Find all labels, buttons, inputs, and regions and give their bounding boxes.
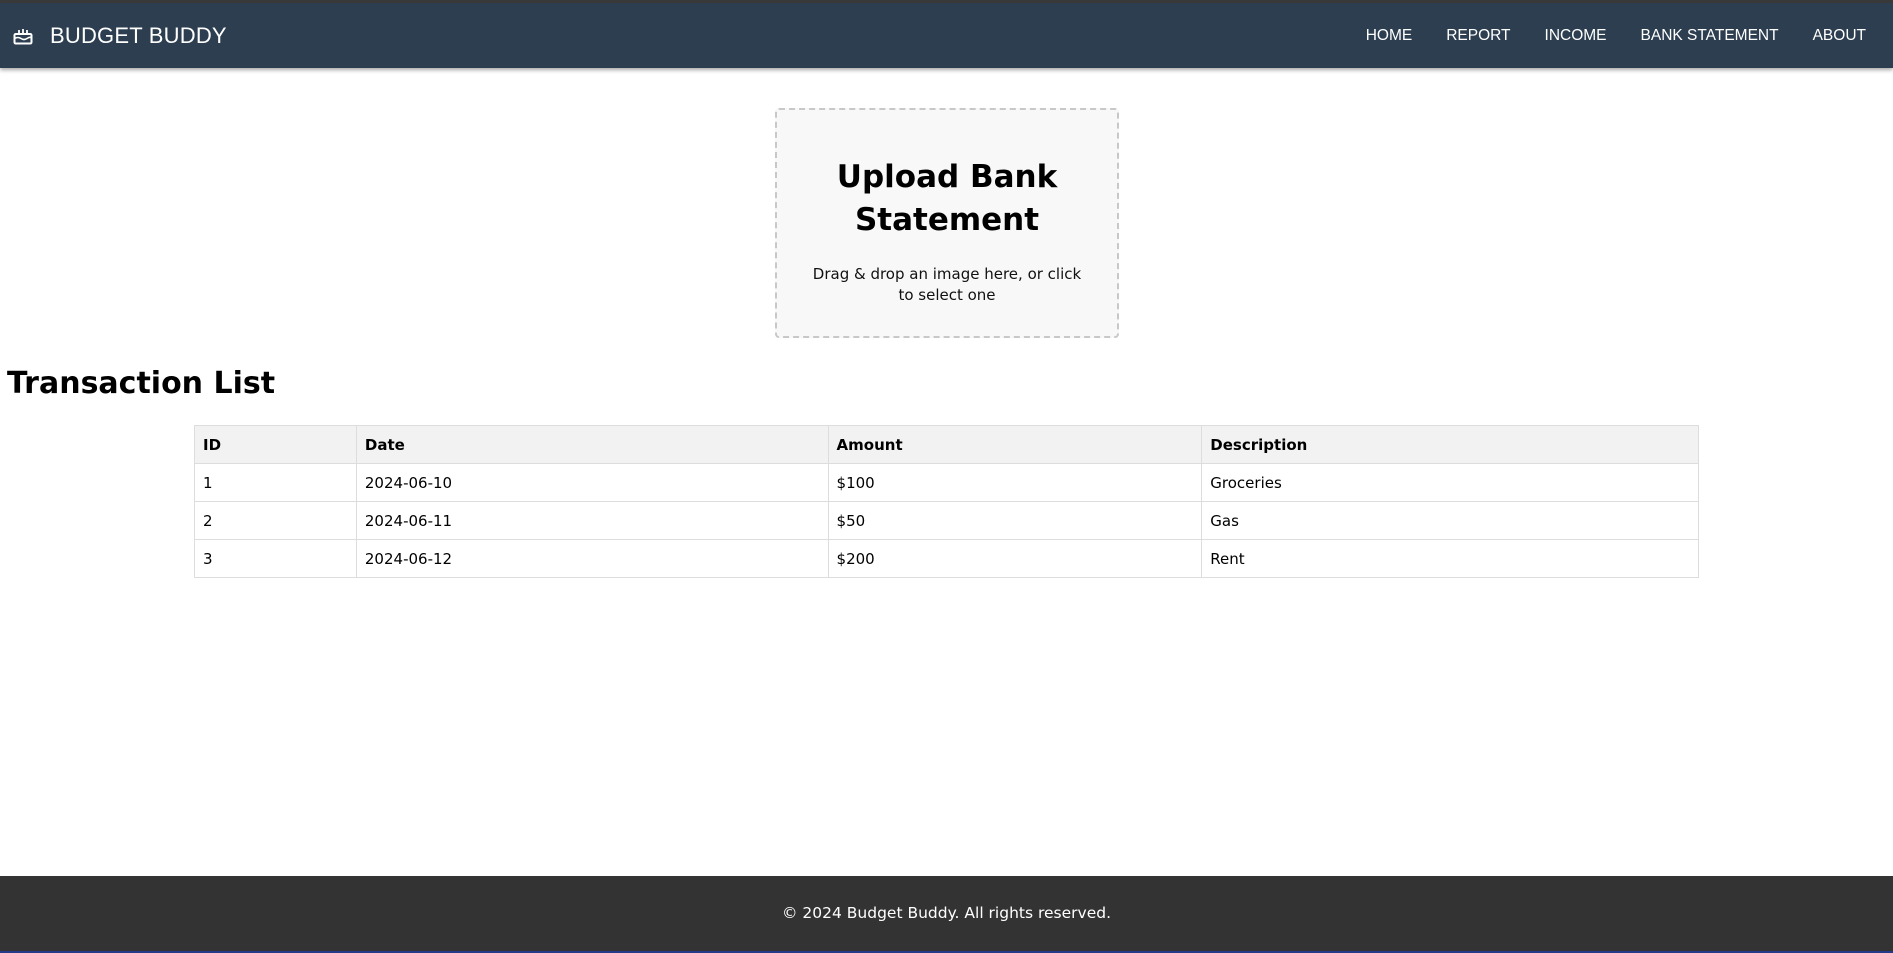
cell-id: 1 xyxy=(194,463,357,502)
app-title: BUDGET BUDDY xyxy=(50,22,227,48)
nav-income[interactable]: INCOME xyxy=(1545,27,1607,45)
cell-id: 2 xyxy=(194,501,357,540)
cell-description: Rent xyxy=(1201,539,1699,578)
upload-dropzone[interactable]: Upload Bank Statement Drag & drop an ima… xyxy=(775,108,1119,338)
nav-bank-statement[interactable]: BANK STATEMENT xyxy=(1641,27,1779,45)
transaction-list-title: Transaction List xyxy=(7,366,276,401)
cell-amount: $100 xyxy=(827,463,1203,502)
navbar: BUDGET BUDDY HOME REPORT INCOME BANK STA… xyxy=(0,3,1893,68)
cell-amount: $200 xyxy=(827,539,1203,578)
table-row: 1 2024-06-10 $100 Groceries xyxy=(194,463,1699,502)
column-header-amount: Amount xyxy=(827,425,1203,464)
table-row: 2 2024-06-11 $50 Gas xyxy=(194,501,1699,540)
upload-hint: Drag & drop an image here, or click to s… xyxy=(812,265,1082,304)
nav-home[interactable]: HOME xyxy=(1366,27,1413,45)
transaction-table: ID Date Amount Description 1 2024-06-10 … xyxy=(194,425,1699,578)
column-header-id: ID xyxy=(194,425,357,464)
column-header-description: Description xyxy=(1201,425,1699,464)
footer-copyright: © 2024 Budget Buddy. All rights reserved… xyxy=(781,904,1112,922)
cell-id: 3 xyxy=(194,539,357,578)
table-row: 3 2024-06-12 $200 Rent xyxy=(194,539,1699,578)
cell-description: Groceries xyxy=(1201,463,1699,502)
cell-date: 2024-06-11 xyxy=(355,501,829,540)
cell-amount: $50 xyxy=(827,501,1203,540)
nav-links: HOME REPORT INCOME BANK STATEMENT ABOUT xyxy=(1332,27,1866,45)
column-header-date: Date xyxy=(355,425,829,464)
cake-icon xyxy=(12,25,34,47)
cell-date: 2024-06-12 xyxy=(355,539,829,578)
upload-title: Upload Bank Statement xyxy=(836,159,1058,238)
brand[interactable]: BUDGET BUDDY xyxy=(12,23,227,49)
cell-description: Gas xyxy=(1201,501,1699,540)
footer: © 2024 Budget Buddy. All rights reserved… xyxy=(0,876,1893,953)
nav-about[interactable]: ABOUT xyxy=(1813,27,1866,45)
table-header-row: ID Date Amount Description xyxy=(194,425,1699,464)
cell-date: 2024-06-10 xyxy=(355,463,829,502)
nav-report[interactable]: REPORT xyxy=(1446,27,1510,45)
